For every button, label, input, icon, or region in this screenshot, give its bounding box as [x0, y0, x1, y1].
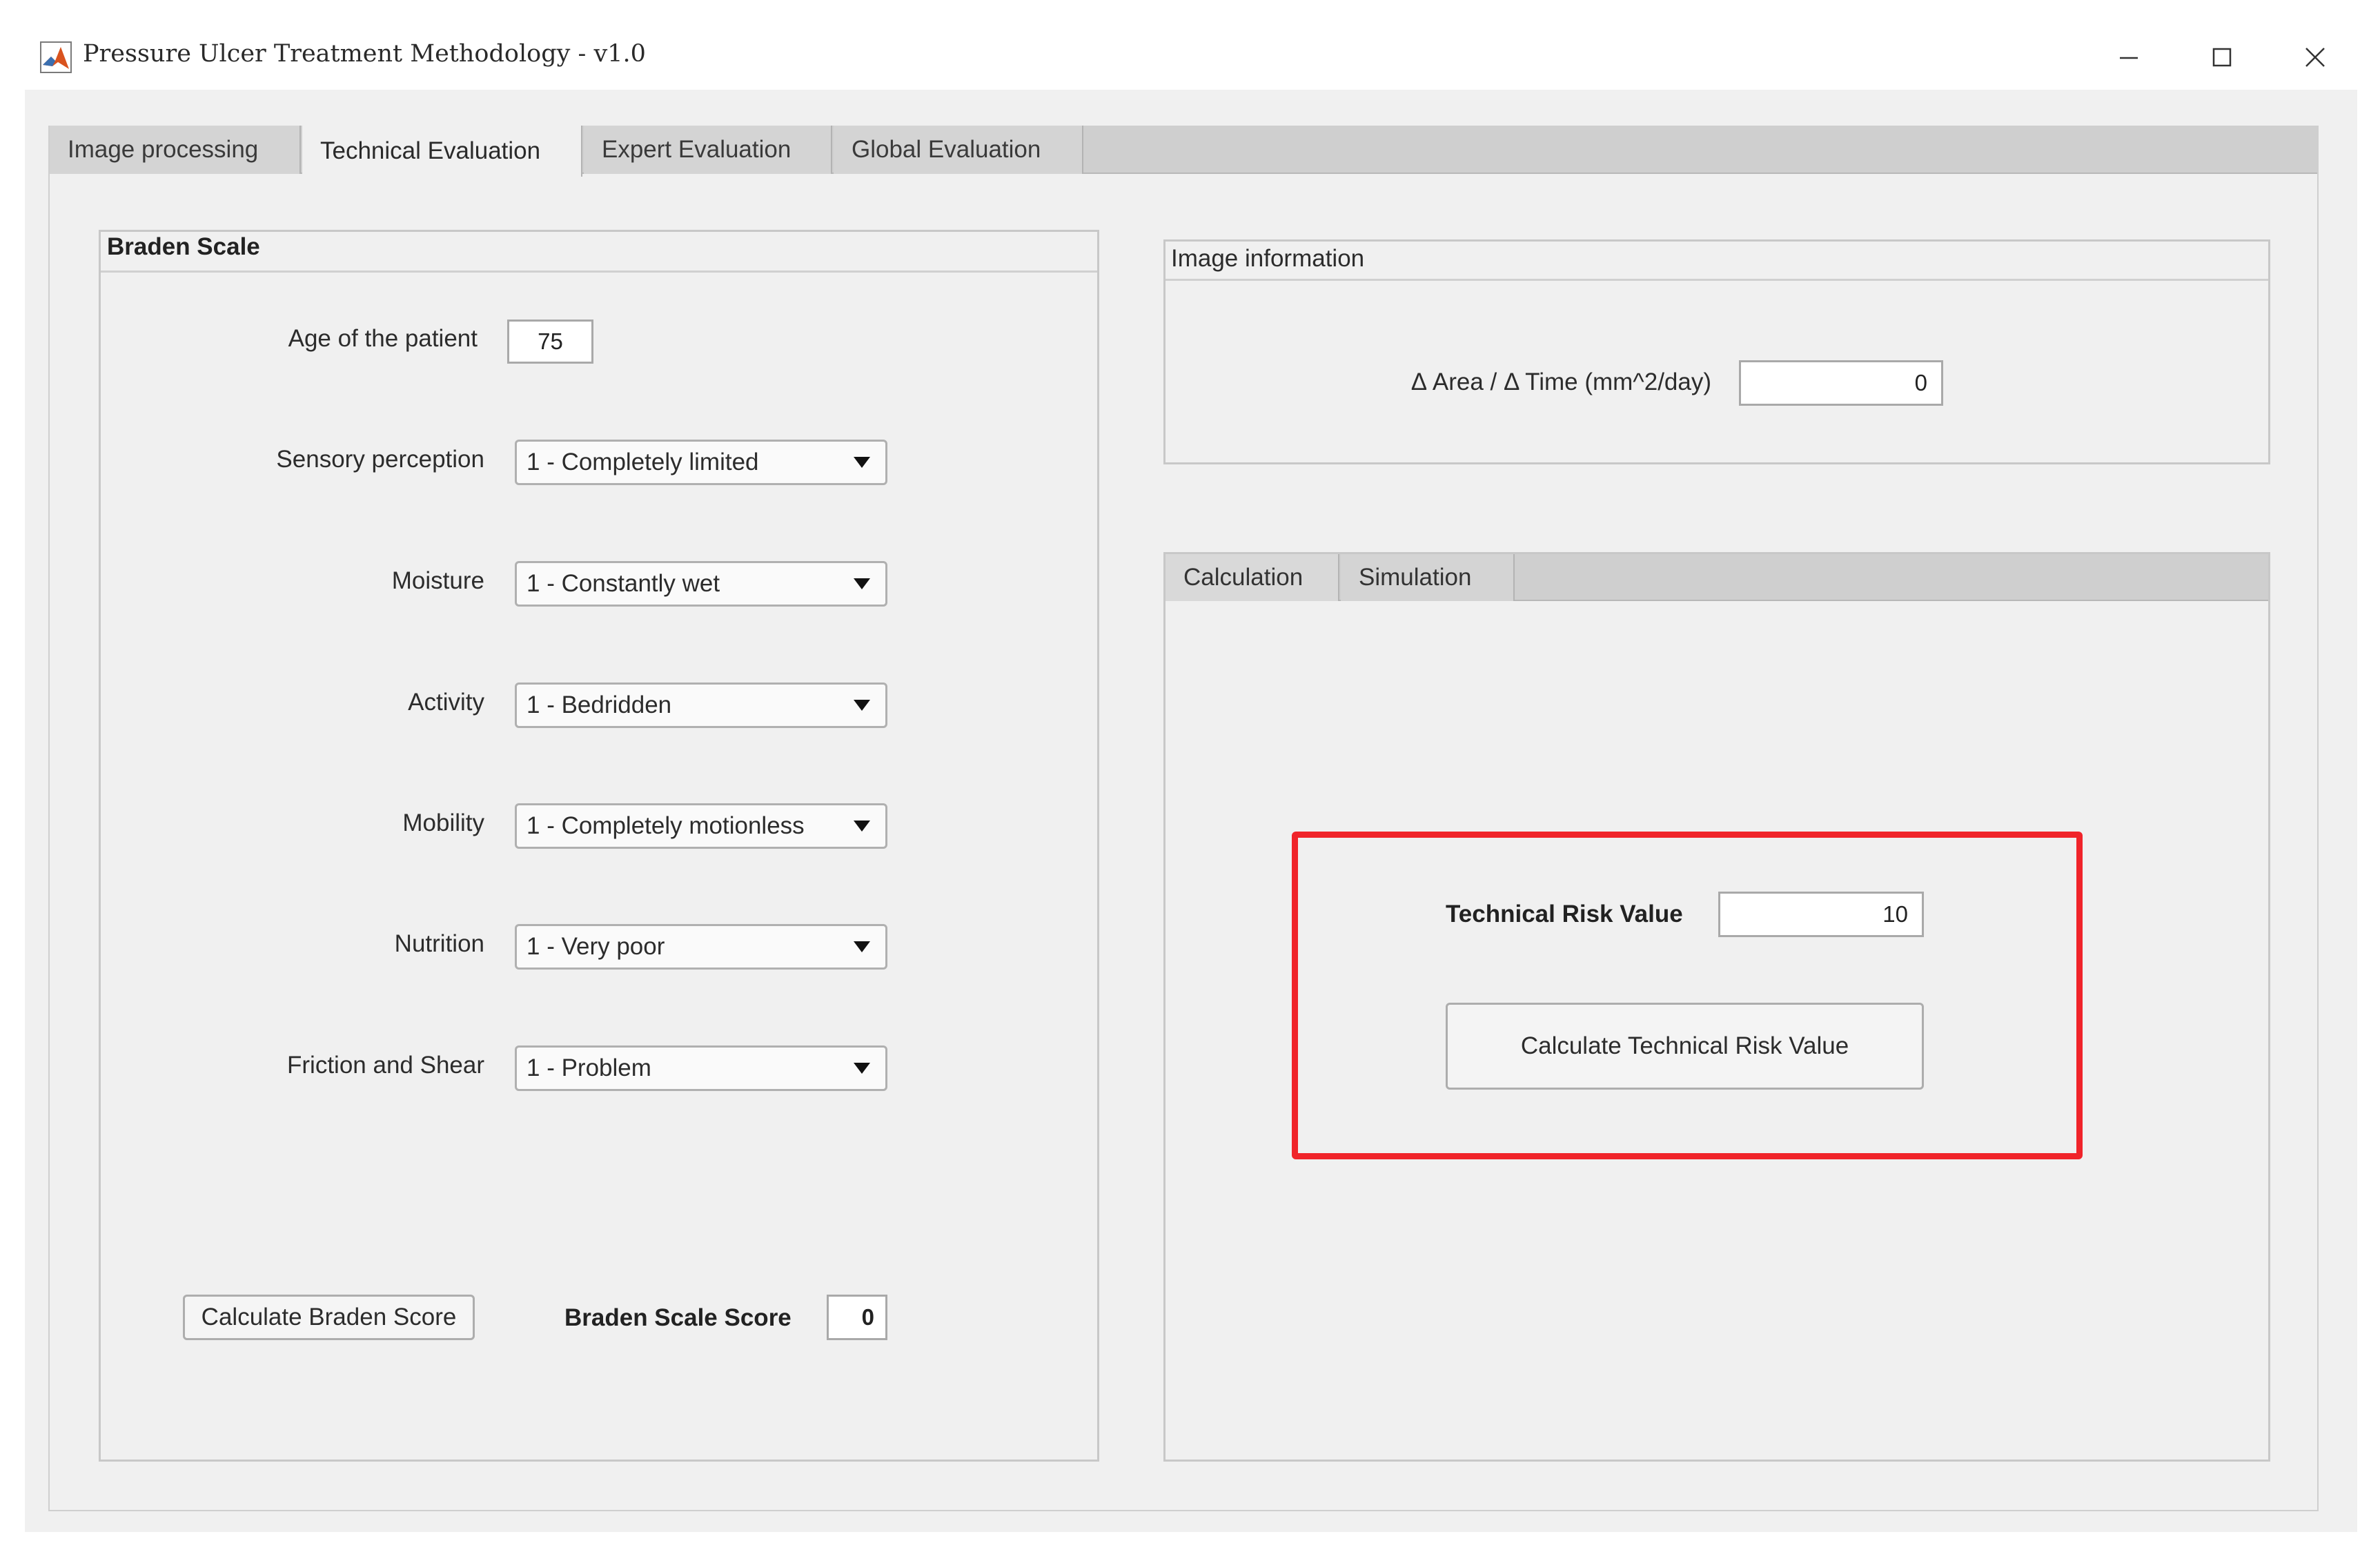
sensory-perception-dropdown[interactable]: 1 - Completely limited: [515, 440, 887, 485]
tab-label: Calculation: [1183, 564, 1304, 591]
matlab-app-icon: [40, 41, 72, 73]
highlight-box: [1292, 832, 2083, 1159]
image-information-panel: [1163, 239, 2270, 464]
dropdown-value: 1 - Constantly wet: [527, 570, 720, 597]
minimize-icon: [2117, 46, 2141, 72]
dropdown-value: 1 - Completely limited: [527, 449, 759, 475]
tab-label: Global Evaluation: [852, 136, 1041, 163]
activity-dropdown[interactable]: 1 - Bedridden: [515, 682, 887, 728]
braden-scale-score-field: 0: [827, 1295, 887, 1340]
maximize-icon: [2210, 46, 2234, 72]
friction-shear-label: Friction and Shear: [287, 1052, 484, 1079]
dropdown-value: 1 - Bedridden: [527, 691, 672, 718]
mobility-dropdown[interactable]: 1 - Completely motionless: [515, 803, 887, 849]
calculate-braden-score-button[interactable]: Calculate Braden Score: [183, 1295, 475, 1340]
area-time-rate-field: 0: [1739, 360, 1943, 406]
title-bar: Pressure Ulcer Treatment Methodology - v…: [0, 0, 2380, 90]
tab-label: Simulation: [1359, 564, 1472, 591]
nutrition-label: Nutrition: [394, 930, 484, 957]
window-title: Pressure Ulcer Treatment Methodology - v…: [83, 40, 646, 68]
minimize-button[interactable]: [2091, 28, 2167, 90]
friction-shear-dropdown[interactable]: 1 - Problem: [515, 1045, 887, 1091]
image-information-title: Image information: [1171, 245, 1365, 272]
sensory-perception-label: Sensory perception: [276, 446, 484, 473]
nutrition-dropdown[interactable]: 1 - Very poor: [515, 924, 887, 970]
tab-calculation[interactable]: Calculation: [1166, 554, 1339, 601]
activity-label: Activity: [408, 689, 484, 716]
tab-label: Image processing: [68, 136, 259, 163]
mobility-label: Mobility: [402, 809, 484, 836]
moisture-dropdown[interactable]: 1 - Constantly wet: [515, 561, 887, 607]
close-icon: [2303, 46, 2327, 72]
braden-scale-score-label: Braden Scale Score: [564, 1304, 791, 1331]
age-input[interactable]: 75: [507, 320, 593, 364]
tab-simulation[interactable]: Simulation: [1341, 554, 1515, 601]
tab-label: Technical Evaluation: [320, 137, 541, 164]
dropdown-arrow-icon: [854, 821, 870, 832]
dropdown-value: 1 - Very poor: [527, 933, 665, 960]
tab-label: Expert Evaluation: [602, 136, 791, 163]
age-label: Age of the patient: [288, 325, 478, 352]
tab-image-processing[interactable]: Image processing: [50, 126, 301, 174]
dropdown-arrow-icon: [854, 457, 870, 468]
maximize-button[interactable]: [2184, 28, 2260, 90]
dropdown-value: 1 - Problem: [527, 1054, 651, 1081]
tab-global-evaluation[interactable]: Global Evaluation: [834, 126, 1083, 174]
dropdown-arrow-icon: [854, 578, 870, 589]
area-time-rate-label: Δ Area / Δ Time (mm^2/day): [1410, 369, 1711, 395]
dropdown-arrow-icon: [854, 1063, 870, 1074]
close-button[interactable]: [2277, 28, 2353, 90]
braden-scale-title: Braden Scale: [107, 233, 260, 260]
dropdown-arrow-icon: [854, 941, 870, 952]
moisture-label: Moisture: [391, 567, 484, 594]
tab-technical-evaluation[interactable]: Technical Evaluation: [302, 126, 582, 177]
dropdown-value: 1 - Completely motionless: [527, 812, 805, 839]
tab-expert-evaluation[interactable]: Expert Evaluation: [584, 126, 832, 174]
dropdown-arrow-icon: [854, 700, 870, 711]
